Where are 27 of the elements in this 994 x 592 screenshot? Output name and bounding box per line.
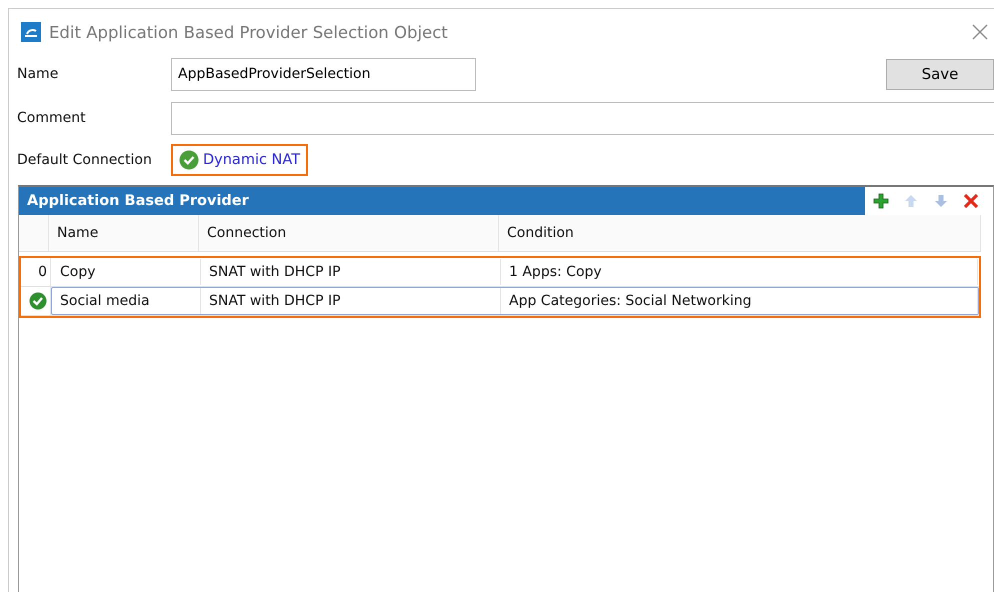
comment-label: Comment [17, 110, 87, 126]
table-cell: 1 Apps: Copy [509, 264, 602, 280]
column-header[interactable]: Connection [199, 215, 499, 251]
table-cell: Copy [60, 264, 96, 280]
window-title: Edit Application Based Provider Selection Object [49, 22, 449, 42]
selected-row[interactable]: Social media SNAT with DHCP IP App Categories: Social Networking [51, 287, 979, 315]
column-header[interactable]: Condition [499, 215, 981, 251]
add-icon[interactable] [873, 193, 889, 209]
default-connection-label: Default Connection [17, 152, 153, 168]
table-cell: App Categories: Social Networking [509, 293, 752, 309]
save-button[interactable]: Save [886, 58, 994, 90]
app-icon [21, 22, 41, 42]
table-cell: SNAT with DHCP IP [209, 264, 341, 280]
delete-icon[interactable] [963, 193, 979, 209]
name-field[interactable]: AppBasedProviderSelection [171, 58, 476, 90]
panel-title: Application Based Provider [19, 187, 865, 215]
close-icon[interactable] [972, 24, 988, 40]
name-label: Name [17, 66, 60, 82]
column-header[interactable]: Name [49, 215, 199, 251]
move-down-icon[interactable] [933, 193, 949, 209]
connection-link[interactable]: Dynamic NAT [203, 152, 300, 168]
table-cell: Social media [60, 293, 150, 309]
row-number: 0 [38, 264, 47, 280]
table-cell: SNAT with DHCP IP [209, 293, 341, 309]
comment-field[interactable] [171, 102, 994, 134]
checkmark-icon [179, 150, 199, 170]
table-row[interactable]: Copy SNAT with DHCP IP 1 Apps: Copy [51, 258, 979, 286]
